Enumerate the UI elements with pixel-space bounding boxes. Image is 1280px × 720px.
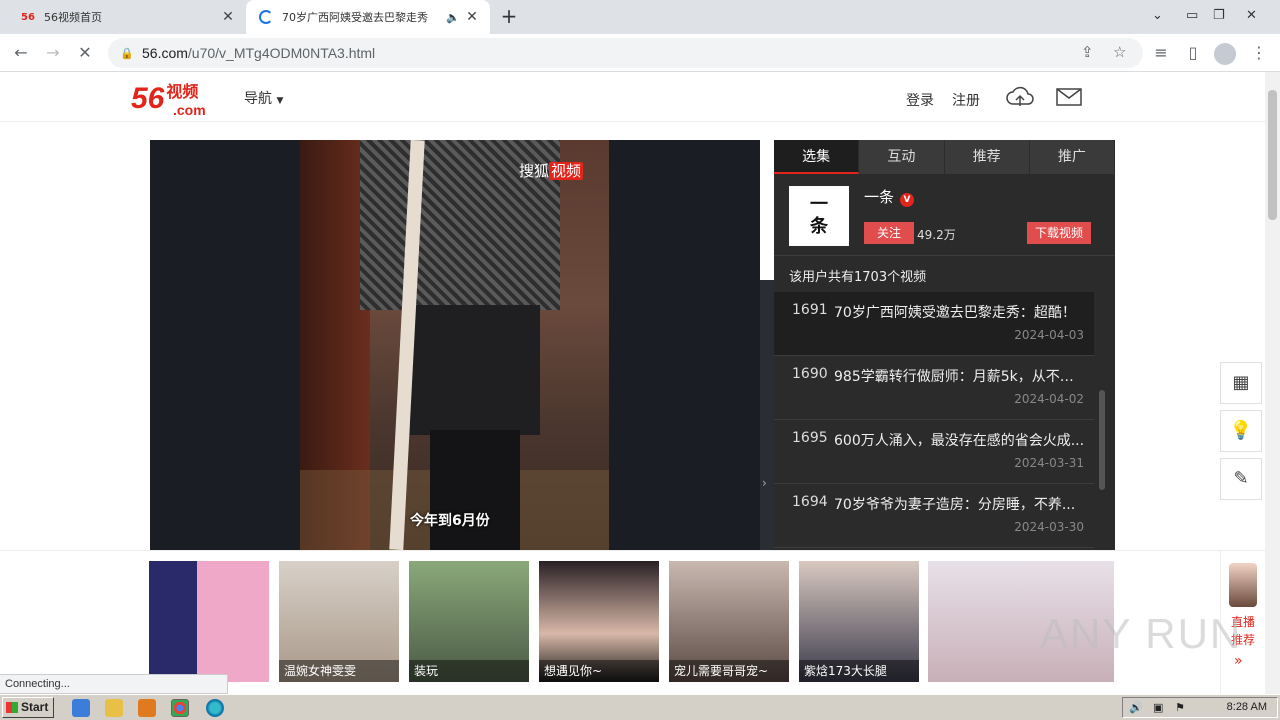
address-bar[interactable]: 🔒 56.com/u70/v_MTg4ODM0NTA3.html ⇪ ☆ bbox=[108, 38, 1143, 68]
loading-spinner-icon bbox=[258, 9, 274, 25]
flag-icon[interactable]: ⚑ bbox=[1175, 701, 1185, 714]
ie-icon[interactable] bbox=[72, 699, 90, 717]
video-count-text: 该用户共有1703个视频 bbox=[789, 270, 927, 285]
new-tab-button[interactable]: + bbox=[498, 6, 520, 28]
verified-icon: V bbox=[900, 193, 915, 207]
uploader-name[interactable]: 一条 V bbox=[864, 186, 915, 207]
episode-list: 1691 70岁广西阿姨受邀去巴黎走秀：超酷！ 2024-04-03 1690 … bbox=[774, 292, 1094, 548]
tab-close-icon[interactable]: ✕ bbox=[462, 9, 482, 25]
tab-56-home[interactable]: 56 56视频首页 ✕ bbox=[8, 0, 246, 34]
url-text: 56.com/u70/v_MTg4ODM0NTA3.html bbox=[142, 45, 376, 61]
windows-taskbar: Start 🔊 ▣ ⚑ 8:28 AM bbox=[0, 694, 1280, 720]
explorer-icon[interactable] bbox=[105, 699, 123, 717]
system-tray: 🔊 ▣ ⚑ 8:28 AM bbox=[1122, 697, 1278, 718]
side-panel-icon[interactable]: ▯ bbox=[1180, 40, 1206, 66]
status-bar: Connecting... bbox=[0, 674, 228, 694]
sohu-video-watermark: 搜狐 视频 bbox=[519, 162, 584, 180]
tab-title: 56视频首页 bbox=[44, 11, 102, 24]
tab-episodes[interactable]: 选集 bbox=[774, 140, 860, 174]
page-scrollbar[interactable] bbox=[1265, 72, 1280, 694]
video-frame[interactable] bbox=[300, 140, 609, 550]
thumbnail[interactable]: 装玩 bbox=[409, 561, 529, 682]
bookmark-star-icon[interactable]: ☆ bbox=[1113, 43, 1126, 61]
tab-recommend[interactable]: 推荐 bbox=[944, 140, 1030, 174]
site-header: 56 视频 .com 导航 ▼ 登录 注册 bbox=[0, 72, 1265, 122]
stop-loading-icon[interactable]: ✕ bbox=[72, 40, 98, 66]
clock: 8:28 AM bbox=[1226, 701, 1267, 713]
menu-kebab-icon[interactable]: ⋮ bbox=[1246, 40, 1272, 66]
start-button[interactable]: Start bbox=[2, 697, 54, 718]
live-avatar bbox=[1229, 563, 1257, 607]
feedback-edit-icon[interactable]: ✎ bbox=[1220, 458, 1262, 500]
panel-tabs: 选集 互动 推荐 推广 bbox=[774, 140, 1115, 174]
follow-button[interactable]: 关注 bbox=[864, 222, 914, 244]
back-arrow-icon[interactable]: ← bbox=[8, 40, 34, 66]
browser-toolbar: ← → ✕ 🔒 56.com/u70/v_MTg4ODM0NTA3.html ⇪… bbox=[0, 34, 1280, 72]
login-link[interactable]: 登录 bbox=[906, 90, 934, 110]
panel-scrollbar[interactable] bbox=[1099, 390, 1105, 490]
chevron-down-icon: ▼ bbox=[276, 96, 284, 106]
close-window-button[interactable]: ✕ bbox=[1246, 0, 1257, 30]
windows-logo-icon bbox=[6, 702, 18, 713]
chrome-icon[interactable] bbox=[171, 699, 189, 717]
mail-icon[interactable] bbox=[1055, 84, 1085, 110]
upload-cloud-icon[interactable] bbox=[1005, 84, 1035, 110]
share-icon[interactable]: ⇪ bbox=[1081, 43, 1094, 61]
lock-icon[interactable]: 🔒 bbox=[120, 47, 134, 60]
uploader-avatar[interactable]: 一条 bbox=[789, 186, 849, 246]
video-subtitle: 今年到6月份 bbox=[410, 513, 490, 529]
list-item[interactable]: 1694 70岁爷爷为妻子造房：分房睡，不养... 2024-03-30 bbox=[774, 484, 1094, 548]
lightbulb-icon[interactable]: 💡 bbox=[1220, 410, 1262, 452]
uploader-card: 一条 一条 V 关注 49.2万 下载视频 bbox=[774, 174, 1115, 256]
media-player-icon[interactable] bbox=[138, 699, 156, 717]
forward-arrow-icon[interactable]: → bbox=[40, 40, 66, 66]
register-link[interactable]: 注册 bbox=[952, 90, 980, 110]
profile-avatar-icon[interactable] bbox=[1214, 43, 1236, 65]
list-item[interactable]: 1691 70岁广西阿姨受邀去巴黎走秀：超酷！ 2024-04-03 bbox=[774, 292, 1094, 356]
thumbnail[interactable]: 宠儿需要哥哥宠~ bbox=[669, 561, 789, 682]
volume-icon[interactable]: 🔊 bbox=[1129, 701, 1143, 714]
tab-title: 70岁广西阿姨受邀去巴黎走秀 bbox=[282, 11, 428, 24]
network-icon[interactable]: ▣ bbox=[1153, 701, 1163, 714]
site-logo[interactable]: 56 视频 .com bbox=[131, 80, 206, 119]
tab-video-page[interactable]: 70岁广西阿姨受邀去巴黎走秀 🔈 ✕ bbox=[246, 0, 490, 34]
media-control-icon[interactable]: ≡ bbox=[1148, 40, 1174, 66]
thumbnail[interactable] bbox=[149, 561, 269, 682]
tab-close-icon[interactable]: ✕ bbox=[218, 9, 238, 25]
site-nav-dropdown[interactable]: 导航 ▼ bbox=[244, 88, 283, 108]
thumbnail[interactable]: 温婉女神雯雯 bbox=[279, 561, 399, 682]
list-item[interactable]: 1690 985学霸转行做厨师：月薪5k，从不后悔 2024-04-02 bbox=[774, 356, 1094, 420]
chevron-right-icon: › bbox=[762, 476, 767, 490]
minimize-button[interactable]: ▭ bbox=[1186, 0, 1198, 30]
tab-promote[interactable]: 推广 bbox=[1029, 140, 1115, 174]
thumbnail[interactable]: 紫焓173大长腿 bbox=[799, 561, 919, 682]
restore-button[interactable]: ❐ bbox=[1213, 0, 1225, 30]
episode-panel: 选集 互动 推荐 推广 一条 一条 V 关注 49.2万 下载视频 该用户共有17… bbox=[774, 140, 1115, 550]
qr-code-icon[interactable]: ▦ bbox=[1220, 362, 1262, 404]
edge-icon[interactable] bbox=[206, 699, 224, 717]
browser-tab-strip: 56 56视频首页 ✕ 70岁广西阿姨受邀去巴黎走秀 🔈 ✕ + ⌄ ▭ ❐ ✕ bbox=[0, 0, 1280, 34]
thumbnail[interactable]: 想遇见你~ bbox=[539, 561, 659, 682]
fan-count: 49.2万 bbox=[917, 228, 956, 242]
anyrun-watermark: ANY RUN bbox=[1040, 610, 1243, 657]
tab-search-icon[interactable]: ⌄ bbox=[1152, 0, 1163, 30]
speaker-icon[interactable]: 🔈 bbox=[444, 11, 462, 24]
site-favicon-icon: 56 bbox=[21, 11, 35, 23]
tab-interact[interactable]: 互动 bbox=[859, 140, 945, 174]
list-item[interactable]: 1695 600万人涌入，最没存在感的省会火成... 2024-03-31 bbox=[774, 420, 1094, 484]
download-video-button[interactable]: 下载视频 bbox=[1027, 222, 1091, 244]
video-player[interactable]: 搜狐 视频 今年到6月份 › bbox=[150, 140, 774, 690]
